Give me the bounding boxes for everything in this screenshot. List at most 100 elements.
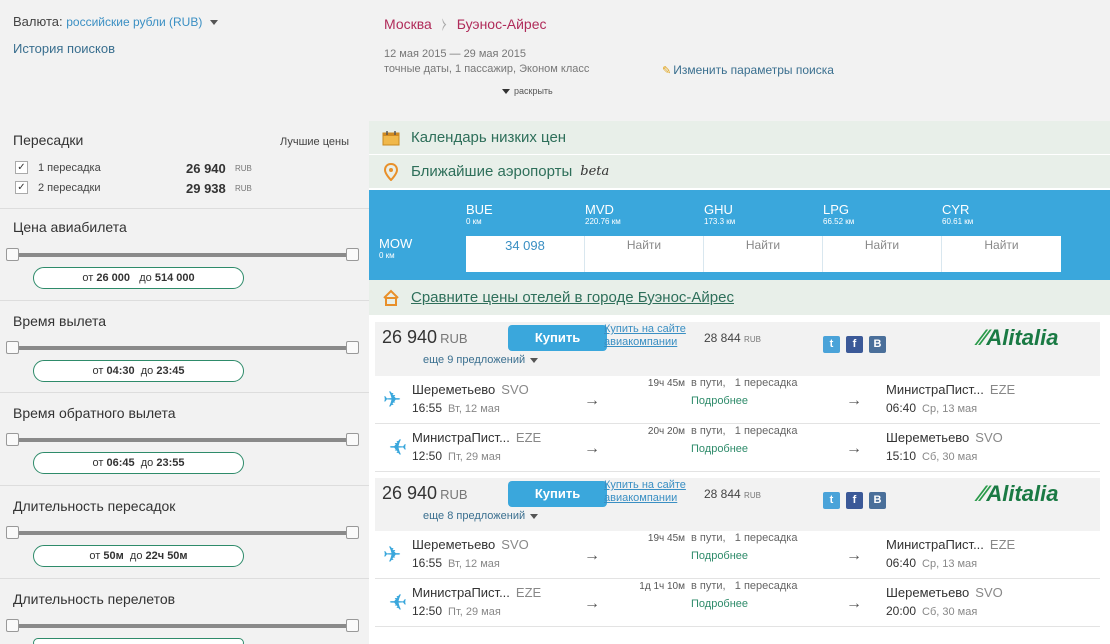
triangle-down-icon (530, 513, 539, 519)
stop-option-2[interactable]: ✓ 2 пересадки (15, 181, 100, 194)
flight-duration: 19ч 45м в пути, 1 пересадка (635, 377, 805, 389)
arrow-right-icon: → (584, 440, 600, 457)
details-link[interactable]: Подробнее (691, 395, 748, 407)
details-link[interactable]: Подробнее (691, 550, 748, 562)
buy-on-airline-link[interactable]: Купить на сайте авиакомпании (604, 479, 686, 505)
airport-name: МинистраПист... (886, 382, 984, 397)
twitter-icon[interactable]: t (823, 492, 840, 509)
facebook-icon[interactable]: f (846, 336, 863, 353)
stops-count: 1 пересадка (734, 425, 798, 437)
details-link[interactable]: Подробнее (691, 443, 748, 455)
time: 06:40 (886, 556, 917, 570)
slider-track[interactable] (13, 531, 353, 535)
slider-handle-max[interactable] (346, 433, 359, 446)
stops-filter: Пересадки Лучшие цены ✓ 1 пересадка 26 9… (0, 122, 369, 209)
slider-handle-min[interactable] (6, 248, 19, 261)
vk-icon[interactable]: B (869, 336, 886, 353)
to-prefix: до (129, 550, 143, 562)
airline-price: 28 844 RUB (704, 331, 761, 345)
filter-title: Длительность пересадок (13, 498, 176, 514)
stop-label: 1 пересадка (38, 161, 101, 174)
range-values: от 06:45 до 23:55 (33, 452, 244, 474)
twitter-icon[interactable]: t (823, 336, 840, 353)
checkbox-checked[interactable]: ✓ (15, 161, 28, 174)
expand-toggle[interactable]: раскрыть (502, 86, 553, 96)
currency-selector[interactable]: Валюта: российские рубли (RUB) (13, 14, 218, 29)
nearby-airports[interactable]: Ближайшие аэропорты beta (369, 155, 1110, 189)
alt-price-value: 28 844 (704, 487, 741, 501)
airport-price-cell[interactable]: 34 098 (466, 236, 585, 272)
date: Ср, 13 мая (922, 558, 978, 570)
airport-dist: 0 км (379, 251, 395, 260)
more-offers-toggle[interactable]: еще 8 предложений (423, 510, 539, 522)
in-way: в пути, (691, 377, 726, 389)
slider-handle-max[interactable] (346, 341, 359, 354)
facebook-icon[interactable]: f (846, 492, 863, 509)
range-values: от 04:30 до 23:45 (33, 360, 244, 382)
date: Вт, 12 мая (448, 403, 500, 415)
search-history-link[interactable]: История поисков (13, 41, 115, 56)
arrow-right-icon: → (846, 440, 862, 457)
range-from: 26 000 (96, 272, 131, 284)
stop-option-1[interactable]: ✓ 1 пересадка (15, 161, 101, 174)
slider-handle-min[interactable] (6, 619, 19, 632)
to-prefix: до (140, 365, 154, 377)
date: Сб, 30 мая (922, 606, 978, 618)
search-details: точные даты, 1 пассажир, Эконом класс (384, 63, 590, 75)
flight-duration: 19ч 45м в пути, 1 пересадка (635, 532, 805, 544)
share-icons: t f B (823, 492, 886, 509)
slider-handle-max[interactable] (346, 526, 359, 539)
slider-track[interactable] (13, 253, 353, 257)
stop-price: 29 938 (186, 181, 226, 196)
slider-handle-max[interactable] (346, 248, 359, 261)
flight-duration-filter: Длительность перелетов (0, 579, 369, 644)
currency-value[interactable]: российские рубли (RUB) (66, 15, 202, 29)
slider-handle-max[interactable] (346, 619, 359, 632)
buy-on-airline-link[interactable]: Купить на сайте авиакомпании (604, 323, 686, 349)
trip-dates: 12 мая 2015 — 29 мая 2015 (384, 48, 527, 60)
slider-handle-min[interactable] (6, 526, 19, 539)
slider-handle-min[interactable] (6, 341, 19, 354)
airline-name: Alitalia (986, 325, 1059, 350)
link-line: Купить на сайте (604, 323, 686, 335)
chevron-down-icon[interactable] (209, 20, 218, 26)
vk-icon[interactable]: B (869, 492, 886, 509)
slider-track[interactable] (13, 346, 353, 350)
airport-code: SVO (501, 382, 529, 397)
airport-name: Шереметьево (886, 585, 970, 600)
arrival-time: 15:10 Сб, 30 мая (886, 449, 977, 463)
link-line: авиакомпании (604, 492, 678, 504)
airport-find-cell[interactable]: Найти (942, 236, 1061, 272)
change-search-link[interactable]: ✎ Изменить параметры поиска (662, 63, 834, 77)
slider-handle-min[interactable] (6, 433, 19, 446)
time: 12:50 (412, 449, 443, 463)
departure-time: 12:50 Пт, 29 мая (412, 449, 501, 463)
calendar-label: Календарь низких цен (411, 129, 567, 146)
airport-find-cell[interactable]: Найти (704, 236, 823, 272)
airports-grid: BUE 0 км MVD 220.76 км GHU 173.3 км LPG 66.5… (369, 190, 1110, 280)
checkbox-checked[interactable]: ✓ (15, 181, 28, 194)
time: 16:55 (412, 401, 443, 415)
best-prices-label: Лучшие цены (280, 136, 349, 148)
duration-value: 1д 1ч 10м (639, 581, 685, 592)
range-to: 514 000 (154, 272, 195, 284)
price-currency: RUB (440, 487, 468, 502)
buy-button[interactable]: Купить (508, 481, 607, 507)
buy-button[interactable]: Купить (508, 325, 607, 351)
offers-label: еще 8 предложений (423, 510, 526, 522)
hotel-compare-link[interactable]: Сравните цены отелей в городе Буэнос-Айр… (411, 289, 734, 306)
offers-label: еще 9 предложений (423, 354, 526, 366)
link-line: авиакомпании (604, 336, 678, 348)
airport-find-cell[interactable]: Найти (585, 236, 704, 272)
details-link[interactable]: Подробнее (691, 598, 748, 610)
slider-track[interactable] (13, 624, 353, 628)
airport-dist: 220.76 км (585, 217, 621, 226)
range-values (33, 638, 244, 644)
slider-track[interactable] (13, 438, 353, 442)
more-offers-toggle[interactable]: еще 9 предложений (423, 354, 539, 366)
airport-find-cell[interactable]: Найти (823, 236, 942, 272)
hotel-compare[interactable]: Сравните цены отелей в городе Буэнос-Айр… (369, 280, 1110, 316)
airport-code: EZE (989, 537, 1016, 552)
airport-name: МинистраПист... (886, 537, 984, 552)
low-price-calendar[interactable]: Календарь низких цен (369, 121, 1110, 155)
